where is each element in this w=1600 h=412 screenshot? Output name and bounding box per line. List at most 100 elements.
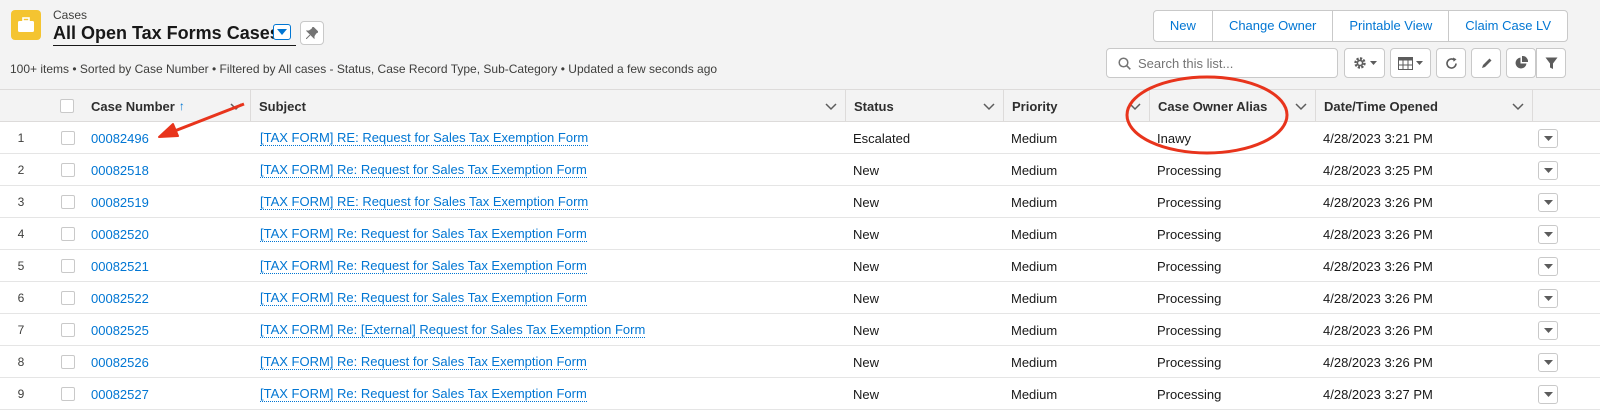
chevron-down-icon[interactable] [1512,100,1524,112]
row-action-menu[interactable] [1538,321,1558,340]
subject-link[interactable]: [TAX FORM] Re: Request for Sales Tax Exe… [260,354,587,370]
status-cell: New [853,386,880,402]
status-cell: New [853,226,880,242]
status-cell: New [853,322,880,338]
case-number-link[interactable]: 00082522 [91,291,149,306]
case-number-link[interactable]: 00082521 [91,259,149,274]
subject-link[interactable]: [TAX FORM] Re: [External] Request for Sa… [260,322,646,338]
row-action-menu[interactable] [1538,161,1558,180]
chevron-down-icon[interactable] [1295,100,1307,112]
case-number-link[interactable]: 00082496 [91,131,149,146]
sort-ascending-icon: ↑ [178,99,185,113]
list-view-switcher[interactable] [273,24,291,40]
date-opened-cell: 4/28/2023 3:26 PM [1323,290,1433,306]
column-header-case-number[interactable]: Case Number ↑ [83,90,250,122]
charts-button[interactable] [1506,48,1536,78]
row-number: 4 [17,227,25,241]
search-icon [1118,56,1131,70]
pin-icon [306,27,318,39]
case-number-cell: 00082525 [91,314,149,346]
printable-view-button[interactable]: Printable View [1332,11,1448,41]
row-action-menu[interactable] [1538,225,1558,244]
filter-button[interactable] [1536,48,1566,78]
row-action-menu[interactable] [1538,353,1558,372]
row-action-menu[interactable] [1538,193,1558,212]
display-as-button[interactable] [1390,48,1431,78]
chevron-down-icon [1543,136,1553,141]
list-info: 100+ items • Sorted by Case Number • Fil… [10,62,718,76]
row-action-menu[interactable] [1538,257,1558,276]
priority-cell: Medium [1011,162,1058,178]
subject-link[interactable]: [TAX FORM] Re: Request for Sales Tax Exe… [260,162,587,178]
search-input[interactable] [1138,55,1318,71]
table-icon [1398,56,1413,70]
chevron-down-icon[interactable] [230,100,242,112]
chart-icon [1515,56,1528,69]
owner-alias-cell: Processing [1157,354,1222,370]
chevron-down-icon [277,29,287,35]
row-action-menu[interactable] [1538,385,1558,404]
case-number-link[interactable]: 00082518 [91,163,149,178]
table-header: Case Number ↑ Subject Status Priority Ca… [0,90,1600,122]
subject-cell: [TAX FORM] Re: Request for Sales Tax Exe… [260,378,587,410]
column-header-subject[interactable]: Subject [250,90,845,122]
chevron-down-icon [1416,61,1423,65]
status-cell: New [853,290,880,306]
chevron-down-icon[interactable] [983,100,995,112]
subject-link[interactable]: [TAX FORM] RE: Request for Sales Tax Exe… [260,194,589,210]
actions-column-header [1532,90,1600,122]
priority-cell: Medium [1011,290,1058,306]
pencil-icon [1481,58,1491,68]
subject-link[interactable]: [TAX FORM] Re: Request for Sales Tax Exe… [260,290,587,306]
chevron-down-icon[interactable] [825,100,837,112]
table-row: 6 00082522 [TAX FORM] Re: Request for Sa… [0,282,1600,314]
subject-link[interactable]: [TAX FORM] Re: Request for Sales Tax Exe… [260,258,587,274]
date-opened-cell: 4/28/2023 3:26 PM [1323,226,1433,242]
date-opened-cell: 4/28/2023 3:21 PM [1323,130,1433,146]
subject-link[interactable]: [TAX FORM] RE: Request for Sales Tax Exe… [260,130,589,146]
column-header-priority[interactable]: Priority [1003,90,1149,122]
row-checkbox[interactable] [61,195,75,209]
claim-case-button[interactable]: Claim Case LV [1448,11,1567,41]
row-checkbox[interactable] [61,291,75,305]
select-all-checkbox[interactable] [59,99,74,113]
date-opened-cell: 4/28/2023 3:26 PM [1323,258,1433,274]
new-button[interactable]: New [1154,11,1212,41]
chevron-down-icon[interactable] [1129,100,1141,112]
priority-cell: Medium [1011,322,1058,338]
column-header-status[interactable]: Status [845,90,1003,122]
priority-cell: Medium [1011,258,1058,274]
list-settings-button[interactable] [1344,48,1385,78]
column-header-case-owner-alias[interactable]: Case Owner Alias [1149,90,1315,122]
refresh-button[interactable] [1436,48,1466,78]
row-checkbox[interactable] [61,163,75,177]
row-checkbox[interactable] [61,227,75,241]
case-number-link[interactable]: 00082525 [91,323,149,338]
row-action-menu[interactable] [1538,289,1558,308]
subject-link[interactable]: [TAX FORM] Re: Request for Sales Tax Exe… [260,226,587,242]
edit-list-button[interactable] [1471,48,1501,78]
row-checkbox[interactable] [61,355,75,369]
date-opened-cell: 4/28/2023 3:27 PM [1323,386,1433,402]
column-header-date-opened[interactable]: Date/Time Opened [1315,90,1532,122]
case-number-link[interactable]: 00082526 [91,355,149,370]
chevron-down-icon [1543,392,1553,397]
row-checkbox[interactable] [61,259,75,273]
change-owner-button[interactable]: Change Owner [1211,11,1332,41]
case-number-link[interactable]: 00082520 [91,227,149,242]
row-checkbox[interactable] [61,387,75,401]
list-view-title[interactable]: All Open Tax Forms Cases [53,23,280,44]
search-list-box[interactable] [1106,48,1338,78]
row-checkbox[interactable] [61,131,75,145]
pin-button[interactable] [300,21,324,45]
row-action-menu[interactable] [1538,129,1558,148]
table-row: 8 00082526 [TAX FORM] Re: Request for Sa… [0,346,1600,378]
row-number: 9 [17,387,25,401]
row-select [61,314,75,346]
case-number-link[interactable]: 00082527 [91,387,149,402]
row-checkbox[interactable] [61,323,75,337]
priority-cell: Medium [1011,386,1058,402]
subject-link[interactable]: [TAX FORM] Re: Request for Sales Tax Exe… [260,386,587,402]
table-row: 2 00082518 [TAX FORM] Re: Request for Sa… [0,154,1600,186]
case-number-link[interactable]: 00082519 [91,195,149,210]
